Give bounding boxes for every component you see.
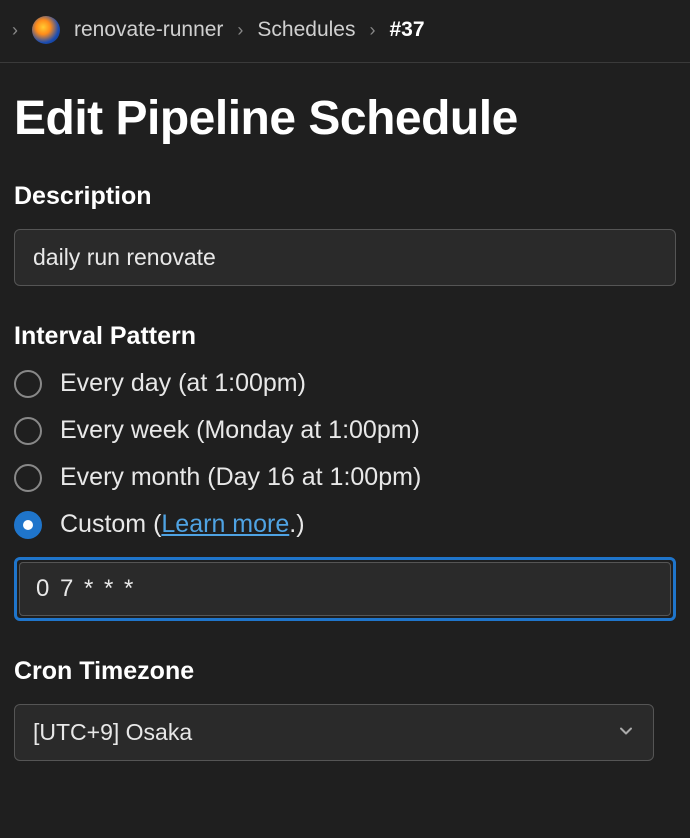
page-title: Edit Pipeline Schedule [14,91,676,146]
interval-section: Interval Pattern Every day (at 1:00pm) E… [14,322,676,621]
interval-option-custom[interactable]: Custom (Learn more.) [14,510,676,539]
chevron-right-icon: › [370,20,376,41]
interval-option-label: Every day (at 1:00pm) [60,369,306,398]
timezone-section: Cron Timezone [14,657,676,761]
radio-icon [14,417,42,445]
interval-option-weekly[interactable]: Every week (Monday at 1:00pm) [14,416,676,445]
cron-input-focus-ring [14,557,676,621]
timezone-select-wrap [14,704,654,761]
timezone-label: Cron Timezone [14,657,676,686]
interval-option-label: Custom (Learn more.) [60,510,305,539]
custom-prefix: Custom ( [60,510,161,538]
interval-option-label: Every week (Monday at 1:00pm) [60,416,420,445]
radio-icon [14,511,42,539]
interval-option-daily[interactable]: Every day (at 1:00pm) [14,369,676,398]
interval-label: Interval Pattern [14,322,676,351]
learn-more-link[interactable]: Learn more [161,510,289,538]
description-label: Description [14,182,676,211]
radio-icon [14,464,42,492]
breadcrumb: › renovate-runner › Schedules › #37 [0,0,690,63]
chevron-right-icon: › [237,20,243,41]
interval-radio-list: Every day (at 1:00pm) Every week (Monday… [14,369,676,539]
chevron-right-icon: › [12,20,18,41]
breadcrumb-project[interactable]: renovate-runner [74,18,223,42]
main-content: Edit Pipeline Schedule Description Inter… [0,63,690,761]
cron-input[interactable] [19,562,671,616]
description-section: Description [14,182,676,286]
custom-suffix: .) [289,510,304,538]
breadcrumb-current: #37 [390,18,425,42]
timezone-select[interactable] [14,704,654,761]
breadcrumb-section[interactable]: Schedules [257,18,355,42]
description-input[interactable] [14,229,676,286]
project-avatar [32,16,60,44]
interval-option-label: Every month (Day 16 at 1:00pm) [60,463,421,492]
interval-option-monthly[interactable]: Every month (Day 16 at 1:00pm) [14,463,676,492]
radio-icon [14,370,42,398]
